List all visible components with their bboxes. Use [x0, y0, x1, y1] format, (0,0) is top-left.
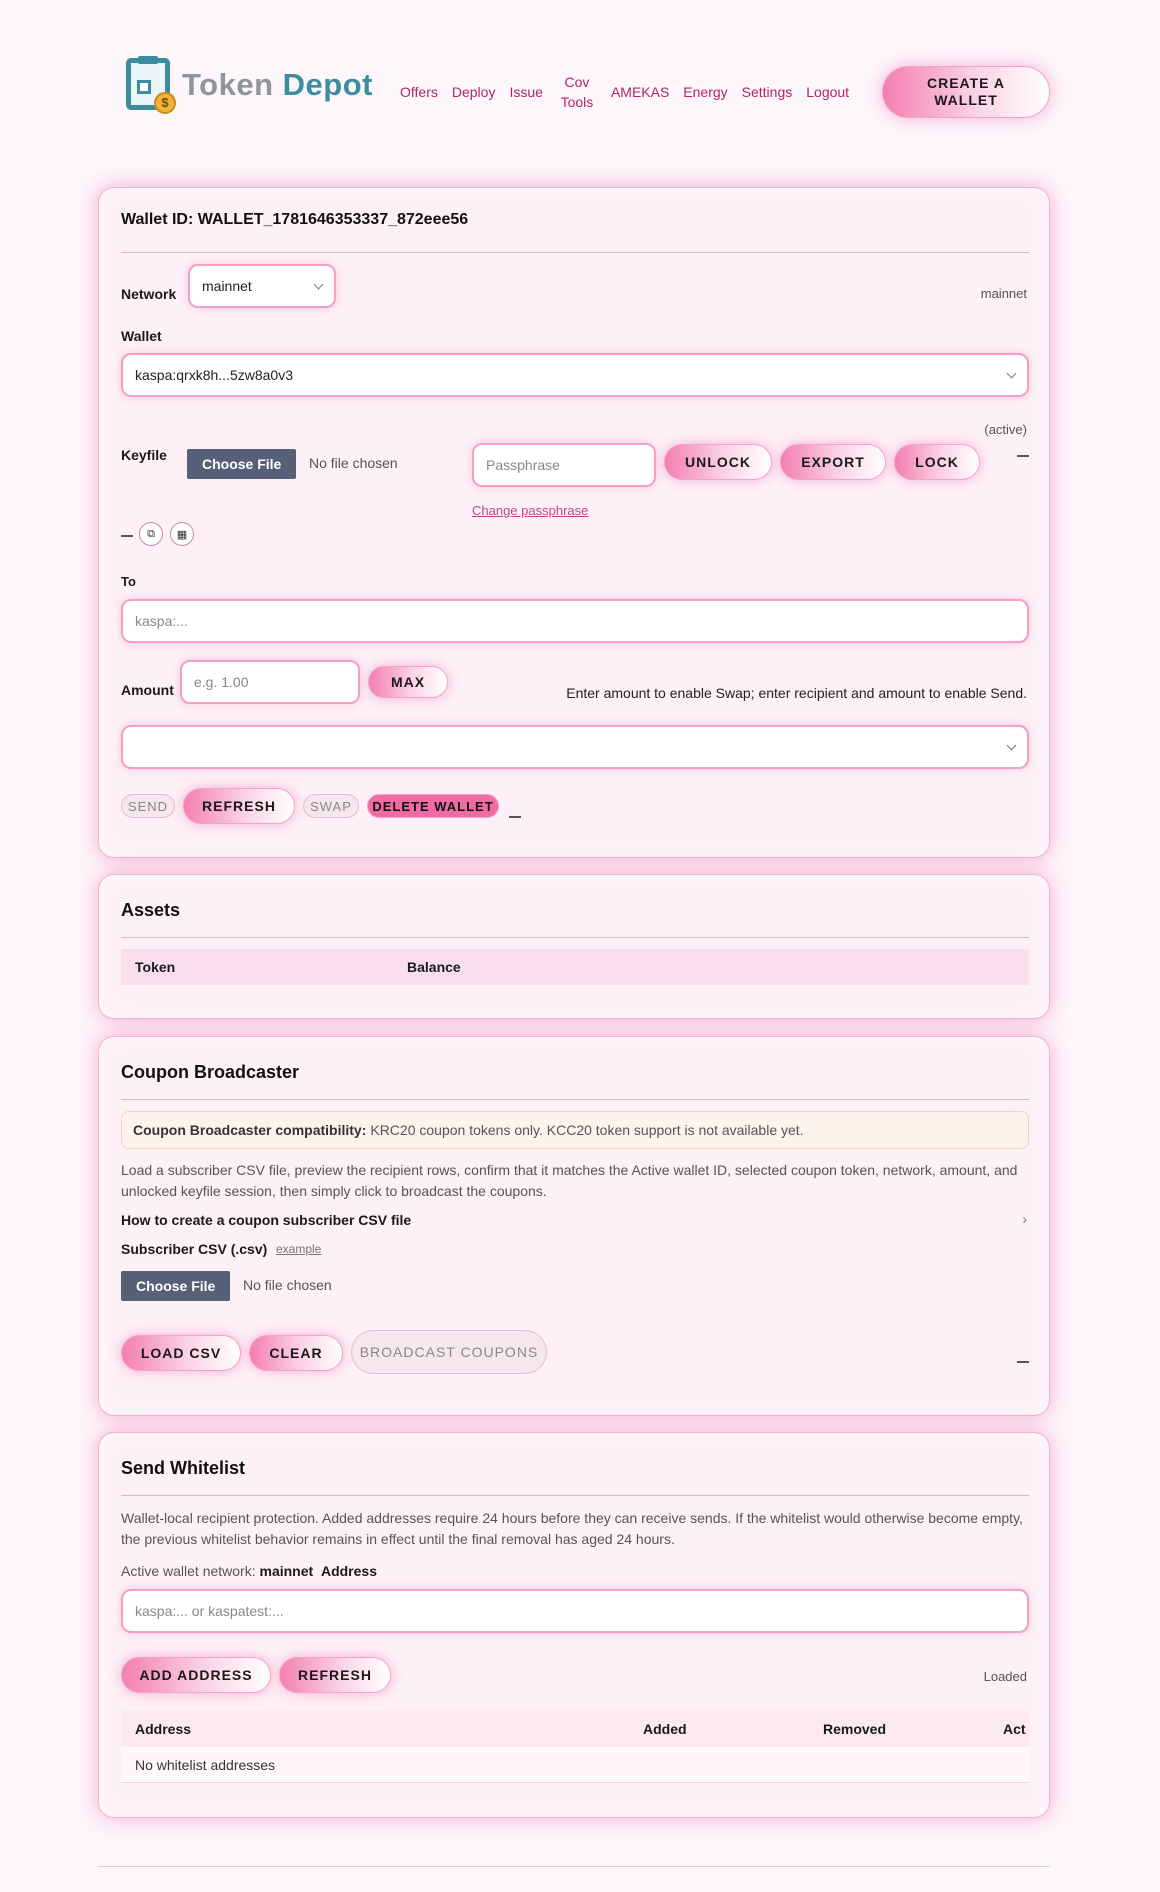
add-address-button[interactable]: ADD ADDRESS — [121, 1657, 271, 1693]
nav-issue[interactable]: Issue — [509, 82, 542, 102]
whitelist-status: Loaded — [983, 1669, 1027, 1684]
col-token: Token — [135, 959, 176, 975]
nav-settings[interactable]: Settings — [742, 82, 793, 102]
chevron-down-icon — [313, 279, 324, 290]
max-button[interactable]: MAX — [368, 666, 448, 698]
logo-icon: $ — [124, 56, 176, 114]
empty-state: No whitelist addresses — [135, 1757, 276, 1773]
example-link[interactable]: example — [276, 1242, 321, 1256]
csv-choose-file-button[interactable]: Choose File — [121, 1271, 231, 1301]
lock-button[interactable]: LOCK — [894, 444, 980, 480]
assets-table-header: Token Balance — [121, 949, 1029, 985]
whitelist-refresh-button[interactable]: REFRESH — [279, 1657, 391, 1693]
nav-amekas[interactable]: AMEKAS — [611, 82, 669, 102]
create-wallet-button[interactable]: CREATE A WALLET — [882, 66, 1050, 118]
export-button[interactable]: EXPORT — [780, 444, 886, 480]
nav-offers[interactable]: Offers — [400, 82, 438, 102]
address-label: Address — [320, 1563, 377, 1579]
chevron-down-icon — [1006, 740, 1017, 751]
send-whitelist-card: Send Whitelist Wallet-local recipient pr… — [98, 1432, 1050, 1818]
network-select[interactable]: mainnet — [188, 264, 336, 308]
delete-wallet-button[interactable]: DELETE WALLET — [367, 794, 499, 818]
nav-logout[interactable]: Logout — [806, 82, 849, 102]
whitelist-description: Wallet-local recipient protection. Added… — [121, 1510, 1023, 1547]
footer-divider — [98, 1866, 1050, 1867]
load-csv-button[interactable]: LOAD CSV — [121, 1335, 241, 1371]
coupon-broadcaster-card: Coupon Broadcaster Coupon Broadcaster co… — [98, 1036, 1050, 1416]
assets-title: Assets — [121, 900, 181, 920]
col-balance: Balance — [407, 959, 461, 975]
col-added: Added — [643, 1721, 687, 1737]
keyfile-label: Keyfile — [121, 447, 167, 463]
coupon-status-dash — [1017, 1361, 1029, 1363]
amount-input[interactable]: e.g. 1.00 — [180, 660, 360, 704]
divider — [121, 937, 1029, 938]
divider — [121, 1495, 1029, 1496]
qr-code-icon[interactable]: ▦ — [170, 522, 194, 546]
divider — [121, 252, 1029, 253]
refresh-button[interactable]: REFRESH — [183, 788, 295, 824]
logo[interactable]: $ Token Depot — [124, 56, 373, 114]
csv-no-file-text: No file chosen — [243, 1277, 332, 1293]
unlock-button[interactable]: UNLOCK — [664, 444, 772, 480]
compatibility-notice: Coupon Broadcaster compatibility: KRC20 c… — [121, 1111, 1029, 1149]
to-input[interactable]: kaspa:... — [121, 599, 1029, 643]
wallet-id-title: Wallet ID: WALLET_1781646353337_872eee56 — [121, 211, 469, 228]
whitelist-table-header: Address Added Removed Act — [121, 1711, 1029, 1747]
divider — [121, 1099, 1029, 1100]
wallet-card: Wallet ID: WALLET_1781646353337_872eee56… — [98, 187, 1050, 858]
logo-text: Token Depot — [182, 67, 373, 102]
to-label: To — [121, 574, 136, 589]
broadcast-coupons-button[interactable]: BROADCAST COUPONS — [351, 1330, 547, 1374]
table-row: No whitelist addresses — [121, 1747, 1029, 1783]
csv-label: Subscriber CSV (.csv) — [121, 1241, 268, 1257]
clear-button[interactable]: CLEAR — [249, 1335, 343, 1371]
swap-button[interactable]: SWAP — [303, 794, 359, 818]
chevron-down-icon — [1006, 368, 1017, 379]
send-button[interactable]: SEND — [121, 794, 175, 818]
token-select[interactable] — [121, 725, 1029, 769]
top-header: $ Token Depot Offers Deploy Issue Cov Too… — [0, 0, 1160, 175]
nav-energy[interactable]: Energy — [683, 82, 727, 102]
address-dash — [121, 535, 133, 537]
wallet-label: Wallet — [121, 328, 162, 344]
coupon-description: Load a subscriber CSV file, preview the … — [121, 1162, 1018, 1199]
network-status: mainnet — [980, 286, 1027, 301]
main-nav: Offers Deploy Issue Cov Tools AMEKAS Ener… — [400, 72, 863, 112]
copy-icon[interactable]: ⧉ — [139, 522, 163, 546]
nav-cov-tools[interactable]: Cov Tools — [557, 72, 597, 112]
col-actions: Act — [1003, 1721, 1026, 1737]
amount-hint: Enter amount to enable Swap; enter recip… — [566, 685, 1027, 701]
whitelist-network-line: Active wallet network: mainnet Address — [121, 1563, 377, 1579]
col-address: Address — [135, 1721, 192, 1737]
whitelist-address-input[interactable]: kaspa:... or kaspatest:... — [121, 1589, 1029, 1633]
network-label: Network — [121, 286, 177, 302]
coupon-title: Coupon Broadcaster — [121, 1062, 300, 1082]
keyfile-choose-file-button[interactable]: Choose File — [187, 449, 297, 479]
keyfile-no-file-text: No file chosen — [309, 455, 398, 471]
col-removed: Removed — [823, 1721, 887, 1737]
passphrase-input[interactable]: Passphrase — [472, 443, 656, 487]
wallet-select[interactable]: kaspa:qrxk8h...5zw8a0v3 — [121, 353, 1029, 397]
howto-summary[interactable]: How to create a coupon subscriber CSV fi… — [121, 1212, 411, 1228]
nav-deploy[interactable]: Deploy — [452, 82, 496, 102]
change-passphrase-link[interactable]: Change passphrase — [472, 503, 588, 518]
assets-card: Assets Token Balance — [98, 874, 1050, 1019]
action-status-dash — [509, 816, 521, 818]
whitelist-title: Send Whitelist — [121, 1458, 246, 1478]
chevron-right-icon[interactable]: › — [1022, 1211, 1027, 1227]
amount-label: Amount — [121, 682, 174, 698]
active-label: (active) — [984, 422, 1027, 437]
status-dash — [1017, 455, 1029, 457]
